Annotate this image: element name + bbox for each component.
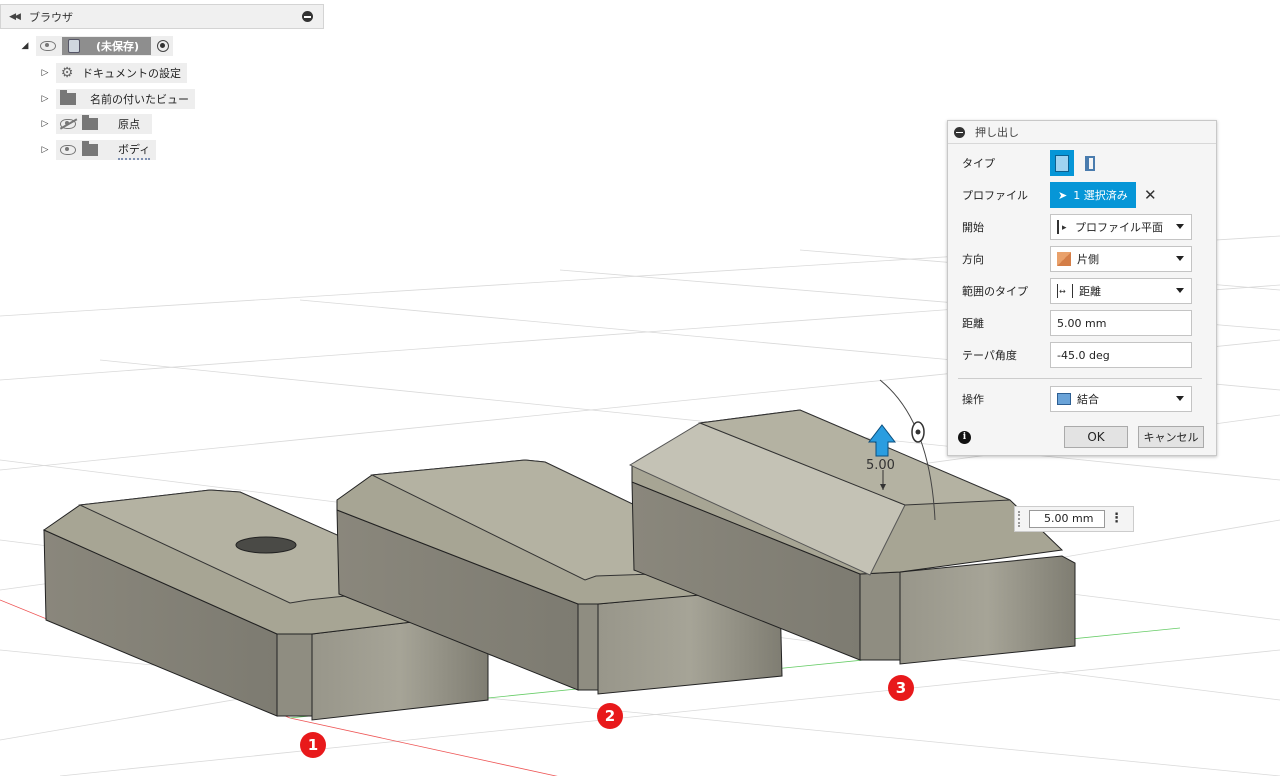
manipulator-distance-label: 5.00 xyxy=(866,458,895,473)
distance-extent-icon: ↔ xyxy=(1057,284,1073,298)
badge-2: 2 xyxy=(597,703,623,729)
dialog-header: 押し出し xyxy=(948,121,1216,144)
badge-3: 3 xyxy=(888,675,914,701)
profile-selection-button[interactable]: ➤ 1 選択済み xyxy=(1050,182,1136,208)
gear-icon: ⚙ xyxy=(60,65,74,81)
start-select[interactable]: ▸ プロファイル平面 xyxy=(1050,214,1192,240)
expand-right-icon[interactable]: ▷ xyxy=(38,119,52,129)
row-profile: プロファイル ➤ 1 選択済み ✕ xyxy=(962,181,1216,209)
dimension-input-box: 5.00 mm ⋮ xyxy=(1014,506,1134,532)
angle-handle-icon[interactable] xyxy=(911,421,925,443)
tree-item-named-views[interactable]: ▷ 名前の付いたビュー xyxy=(38,88,195,110)
clear-selection-icon[interactable]: ✕ xyxy=(1144,186,1157,204)
chevron-down-icon xyxy=(1176,288,1184,293)
browser-panel: ◀◀ ブラウザ xyxy=(0,4,324,29)
tree-item-document[interactable]: ◢ (未保存) xyxy=(18,35,174,57)
surface-type-button[interactable] xyxy=(1078,150,1102,176)
tree-item-bodies[interactable]: ▷ ボディ xyxy=(38,139,157,161)
badge-1: 1 xyxy=(300,732,326,758)
solid-type-button[interactable] xyxy=(1050,150,1074,176)
extent-type-select[interactable]: ↔ 距離 xyxy=(1050,278,1192,304)
divider xyxy=(958,378,1202,379)
row-taper-angle: テーパ角度 -45.0 deg xyxy=(962,341,1216,369)
expand-right-icon[interactable]: ▷ xyxy=(38,68,52,78)
folder-icon xyxy=(82,115,98,130)
direction-select[interactable]: 片側 xyxy=(1050,246,1192,272)
tree-item-document-settings[interactable]: ▷ ⚙ ドキュメントの設定 xyxy=(38,62,187,84)
collapse-left-icon[interactable]: ◀◀ xyxy=(5,12,23,22)
folder-icon xyxy=(82,141,98,156)
expand-down-icon[interactable]: ◢ xyxy=(18,41,32,51)
chevron-down-icon xyxy=(1176,224,1184,229)
expand-right-icon[interactable]: ▷ xyxy=(38,145,52,155)
browser-header: ◀◀ ブラウザ xyxy=(0,4,324,29)
row-operation: 操作 結合 xyxy=(962,385,1216,413)
join-operation-icon xyxy=(1057,393,1071,405)
cancel-button[interactable]: キャンセル xyxy=(1138,426,1204,448)
operation-select[interactable]: 結合 xyxy=(1050,386,1192,412)
row-type: タイプ xyxy=(962,149,1216,177)
dimension-value-input[interactable]: 5.00 mm xyxy=(1029,510,1105,528)
chevron-down-icon xyxy=(1176,256,1184,261)
minimize-icon[interactable] xyxy=(302,11,313,22)
extrude-dialog: 押し出し タイプ プロファイル ➤ 1 選択済み ✕ 開始 ▸ プロファイル平面… xyxy=(947,120,1217,456)
ok-button[interactable]: OK xyxy=(1064,426,1128,448)
more-options-icon[interactable]: ⋮ xyxy=(1110,510,1123,528)
browser-title: ブラウザ xyxy=(29,10,73,24)
row-direction: 方向 片側 xyxy=(962,245,1216,273)
row-extent-type: 範囲のタイプ ↔ 距離 xyxy=(962,277,1216,305)
chevron-down-icon xyxy=(1176,396,1184,401)
info-icon[interactable]: i xyxy=(958,431,971,444)
row-start: 開始 ▸ プロファイル平面 xyxy=(962,213,1216,241)
eye-icon[interactable] xyxy=(40,41,56,51)
eye-icon[interactable] xyxy=(60,145,76,155)
profile-plane-icon: ▸ xyxy=(1057,220,1069,234)
dialog-title: 押し出し xyxy=(975,126,1019,139)
component-icon xyxy=(68,39,80,53)
tree-item-origin[interactable]: ▷ 原点 xyxy=(38,113,152,135)
eye-hidden-icon[interactable] xyxy=(60,119,76,129)
active-radio-icon[interactable] xyxy=(157,40,170,52)
collapse-dialog-icon[interactable] xyxy=(954,126,965,138)
expand-right-icon[interactable]: ▷ xyxy=(38,94,52,104)
row-distance: 距離 5.00 mm xyxy=(962,309,1216,337)
pointer-icon: ➤ xyxy=(1058,188,1068,202)
document-label: (未保存) xyxy=(96,40,140,53)
folder-icon xyxy=(60,90,76,105)
surface-body-icon xyxy=(1085,155,1095,171)
drag-grip-icon[interactable] xyxy=(1018,511,1024,527)
distance-input[interactable]: 5.00 mm xyxy=(1050,310,1192,336)
one-side-direction-icon xyxy=(1057,252,1071,266)
taper-angle-input[interactable]: -45.0 deg xyxy=(1050,342,1192,368)
solid-body-icon xyxy=(1055,154,1069,172)
